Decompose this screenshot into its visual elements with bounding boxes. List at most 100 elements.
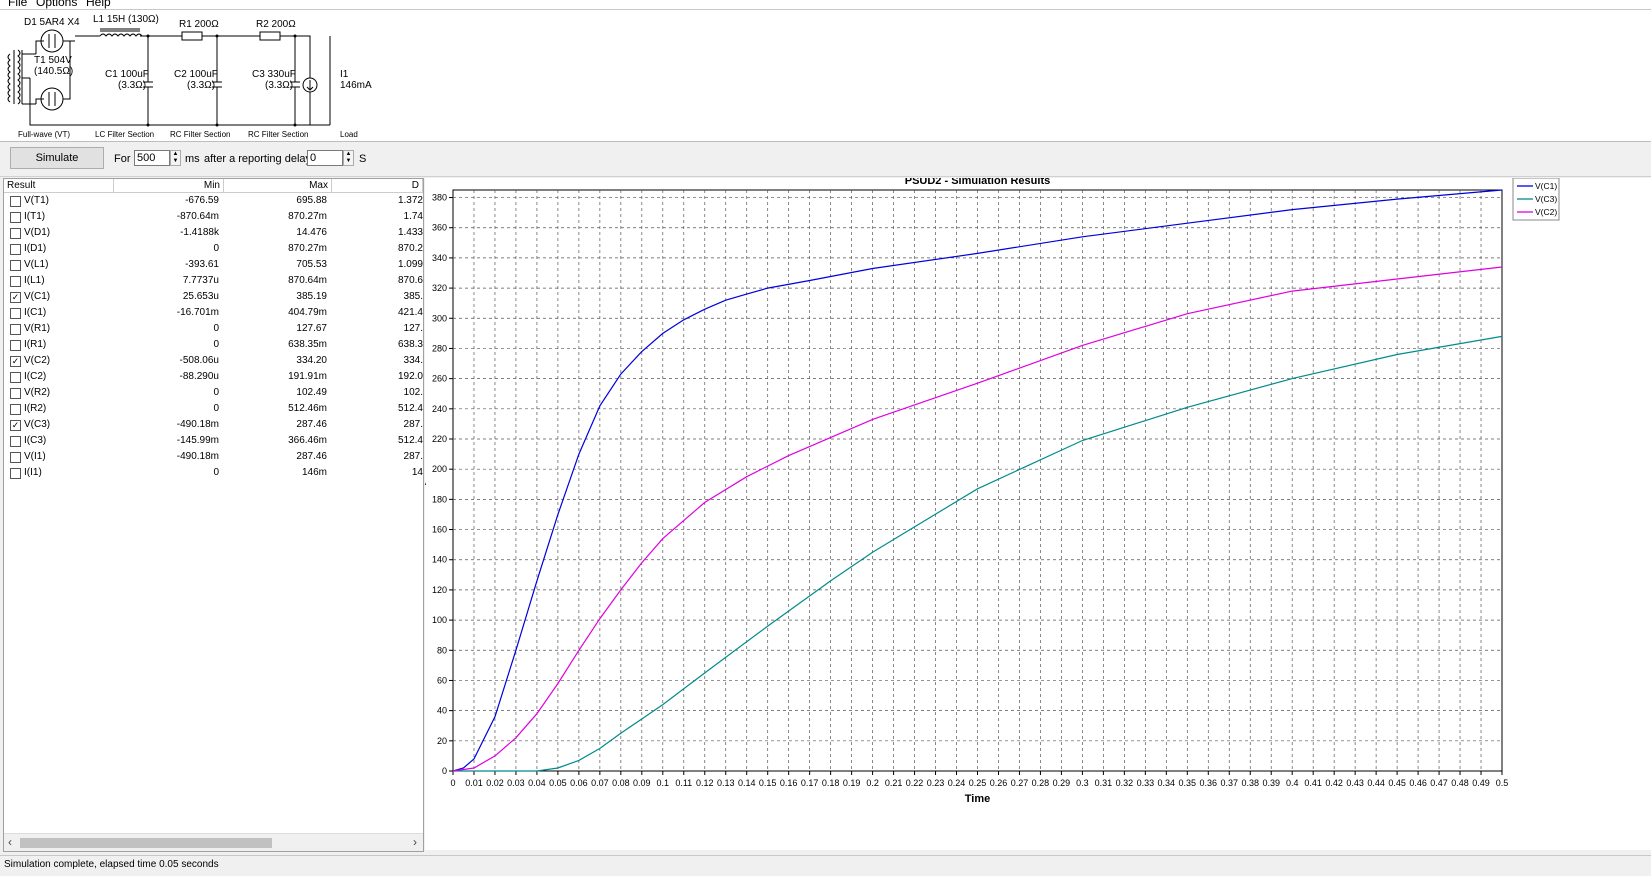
x-tick-label: 0.3 [1076,778,1089,788]
x-tick-label: 0 [450,778,455,788]
x-tick-label: 0.43 [1346,778,1364,788]
scroll-thumb[interactable] [20,838,272,848]
row-max: 14.476 [296,227,327,238]
menu-options[interactable]: Options [36,0,77,9]
x-tick-label: 0.03 [507,778,525,788]
table-row[interactable]: I(D1) 0 870.27m 870.2 [4,241,423,257]
table-row[interactable]: I(L1) 7.7737u 870.64m 870.6 [4,273,423,289]
row-checkbox[interactable] [10,244,21,255]
x-tick-label: 0.18 [822,778,840,788]
table-row[interactable]: I(T1) -870.64m 870.27m 1.74 [4,209,423,225]
x-tick-label: 0.34 [1158,778,1176,788]
table-row[interactable]: I(R1) 0 638.35m 638.3 [4,337,423,353]
table-row[interactable]: I(C2) -88.290u 191.91m 192.0 [4,369,423,385]
row-checkbox[interactable] [10,372,21,383]
delay-spinner[interactable]: ▲ ▼ [343,150,354,166]
d1-label: D1 5AR4 X4 [24,17,80,28]
x-tick-label: 0.37 [1220,778,1238,788]
spin-down-icon[interactable]: ▼ [344,158,353,165]
row-min: -16.701m [176,307,219,318]
table-row[interactable]: I(R2) 0 512.46m 512.4 [4,401,423,417]
y-tick-label: 360 [432,223,447,233]
row-max: 404.79m [288,307,327,318]
row-checkbox[interactable] [10,436,21,447]
x-tick-label: 0.24 [948,778,966,788]
table-row[interactable]: I(C1) -16.701m 404.79m 421.4 [4,305,423,321]
row-checkbox[interactable] [10,324,21,335]
simulate-button[interactable]: Simulate [10,147,104,169]
table-row[interactable]: ✓ V(C3) -490.18m 287.46 287. [4,417,423,433]
row-min: 7.7737u [182,275,219,286]
x-tick-label: 0.15 [759,778,777,788]
row-result: V(C1) [24,291,51,302]
spin-up-icon[interactable]: ▲ [344,151,353,158]
x-tick-label: 0.33 [1137,778,1155,788]
y-axis-label: V/A [425,476,426,488]
table-row[interactable]: I(I1) 0 146m 14 [4,465,423,481]
row-d: 14 [411,467,423,478]
table-row[interactable]: V(T1) -676.59 695.88 1.372 [4,193,423,209]
table-row[interactable]: V(R2) 0 102.49 102. [4,385,423,401]
chart-panel: 0 0.01 0.02 0.03 0.04 0.05 0.06 0.07 0.08 0.09 0.1… [425,178,1651,850]
row-d: 512.4 [397,435,423,446]
row-checkbox[interactable]: ✓ [10,356,21,367]
row-checkbox[interactable] [10,388,21,399]
row-min: -393.61 [185,259,219,270]
y-tick-label: 40 [437,706,447,716]
row-checkbox[interactable] [10,468,21,479]
row-checkbox[interactable] [10,196,21,207]
row-checkbox[interactable] [10,276,21,287]
c3-esr: (3.3Ω) [265,80,293,91]
col-d[interactable]: D [332,179,423,192]
row-min: -870.64m [176,211,219,222]
row-checkbox[interactable] [10,212,21,223]
table-row[interactable]: V(L1) -393.61 705.53 1.099 [4,257,423,273]
row-checkbox[interactable]: ✓ [10,292,21,303]
menu-help[interactable]: Help [86,0,111,9]
table-row[interactable]: ✓ V(C1) 25.653u 385.19 385. [4,289,423,305]
row-d: 287. [403,419,423,430]
legend-entry: V(C1) [1535,181,1557,191]
duration-input[interactable] [134,150,170,166]
row-checkbox[interactable] [10,228,21,239]
table-row[interactable]: V(R1) 0 127.67 127. [4,321,423,337]
menu-file[interactable]: File [8,0,27,9]
row-d: 1.74 [403,211,423,222]
x-tick-label: 0.49 [1472,778,1490,788]
duration-spinner[interactable]: ▲ ▼ [170,150,181,166]
row-checkbox[interactable] [10,340,21,351]
row-d: 512.4 [397,403,423,414]
col-result[interactable]: Result [4,179,114,192]
row-result: V(R1) [24,323,51,334]
y-tick-label: 180 [432,494,447,504]
col-max[interactable]: Max [224,179,332,192]
x-tick-label: 0.19 [843,778,861,788]
y-tick-label: 120 [432,585,447,595]
row-d: 287. [403,451,423,462]
delay-input[interactable] [307,150,343,166]
col-min[interactable]: Min [114,179,224,192]
row-result: V(C3) [24,419,51,430]
horizontal-scrollbar[interactable]: ‹ › [4,833,423,851]
table-row[interactable]: V(I1) -490.18m 287.46 287. [4,449,423,465]
row-checkbox[interactable]: ✓ [10,420,21,431]
r2-label: R2 200Ω [256,19,296,30]
x-tick-label: 0.48 [1451,778,1469,788]
table-row[interactable]: I(C3) -145.99m 366.46m 512.4 [4,433,423,449]
row-checkbox[interactable] [10,404,21,415]
table-row[interactable]: V(D1) -1.4188k 14.476 1.433 [4,225,423,241]
scroll-right-icon[interactable]: › [413,835,417,849]
scroll-left-icon[interactable]: ‹ [8,835,12,849]
row-checkbox[interactable] [10,260,21,271]
x-tick-label: 0.45 [1388,778,1406,788]
row-checkbox[interactable] [10,452,21,463]
row-min: 0 [213,243,219,254]
row-checkbox[interactable] [10,308,21,319]
c1-label: C1 100uF [105,69,149,80]
spin-down-icon[interactable]: ▼ [171,158,180,165]
x-tick-label: 0.31 [1095,778,1113,788]
table-row[interactable]: ✓ V(C2) -508.06u 334.20 334. [4,353,423,369]
row-result: I(C2) [24,371,47,382]
x-tick-label: 0.27 [1011,778,1029,788]
spin-up-icon[interactable]: ▲ [171,151,180,158]
